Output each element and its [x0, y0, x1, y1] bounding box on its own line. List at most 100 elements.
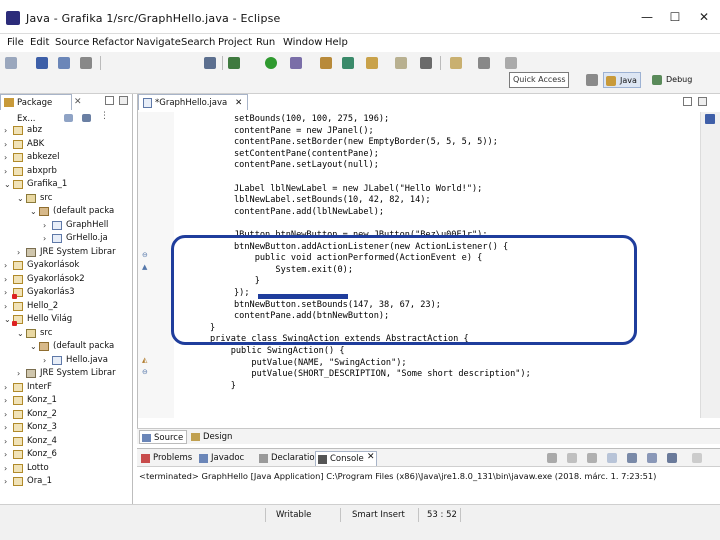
expanded-chevron-icon[interactable]: ⌄ [4, 178, 12, 192]
tree-item[interactable]: › ABK [0, 138, 133, 152]
tree-item[interactable]: › JRE System Librar [0, 246, 133, 260]
view-menu-icon[interactable]: ⋮ [100, 111, 109, 121]
view-minimize-icon[interactable] [692, 453, 702, 463]
link-with-editor-icon[interactable] [82, 114, 91, 122]
tree-item[interactable]: › Konz_2 [0, 408, 133, 422]
collapsed-chevron-icon[interactable]: › [4, 381, 12, 395]
tree-item[interactable]: › Lotto [0, 462, 133, 476]
tree-item[interactable]: › abz [0, 124, 133, 138]
tree-item[interactable]: › Konz_4 [0, 435, 133, 449]
perspective-java[interactable]: Java [603, 72, 641, 88]
tree-item[interactable]: ⌄ (default packa [0, 205, 133, 219]
minimize-button[interactable]: — [640, 10, 654, 24]
collapse-all-icon[interactable] [64, 114, 73, 122]
collapsed-chevron-icon[interactable]: › [4, 259, 12, 273]
tab-javadoc[interactable]: Javadoc [197, 451, 253, 466]
tree-item[interactable]: ⌄ Hello Világ [0, 313, 133, 327]
collapsed-chevron-icon[interactable]: › [4, 448, 12, 462]
new-package-icon[interactable] [342, 57, 354, 69]
menu-file[interactable]: File [7, 37, 24, 48]
collapsed-chevron-icon[interactable]: › [17, 246, 25, 260]
new-class-icon[interactable] [366, 57, 378, 69]
collapsed-chevron-icon[interactable]: › [4, 124, 12, 138]
tab-design[interactable]: Design [189, 430, 235, 444]
collapsed-chevron-icon[interactable]: › [4, 300, 12, 314]
menu-run[interactable]: Run [256, 37, 275, 48]
collapsed-chevron-icon[interactable]: › [4, 475, 12, 489]
perspective-debug[interactable]: Debug [650, 72, 695, 88]
pin-icon[interactable] [204, 57, 216, 69]
tree-item[interactable]: › JRE System Librar [0, 367, 133, 381]
display-console-icon[interactable] [647, 453, 657, 463]
menu-window[interactable]: Window [283, 37, 322, 48]
collapsed-chevron-icon[interactable]: › [4, 421, 12, 435]
tree-item[interactable]: › GrHello.ja [0, 232, 133, 246]
editor-scrollbar[interactable] [700, 112, 720, 418]
annotation-next-icon[interactable] [450, 57, 462, 69]
menu-project[interactable]: Project [218, 37, 252, 48]
expanded-chevron-icon[interactable]: ⌄ [30, 205, 38, 219]
close-button[interactable]: ✕ [697, 10, 711, 24]
forward-icon[interactable] [505, 57, 517, 69]
tab-source[interactable]: Source [139, 430, 187, 444]
open-console-icon[interactable] [667, 453, 677, 463]
tree-item[interactable]: › abxprb [0, 165, 133, 179]
collapsed-chevron-icon[interactable]: › [4, 435, 12, 449]
collapsed-chevron-icon[interactable]: › [4, 408, 12, 422]
console-close-icon[interactable]: ✕ [367, 452, 375, 462]
search-icon[interactable] [420, 57, 432, 69]
fold-marker-icon[interactable]: ⊖ [142, 251, 150, 259]
editor-tab-close-icon[interactable]: ✕ [235, 95, 242, 111]
fold-marker-icon[interactable]: ⊖ [142, 368, 150, 376]
tree-item[interactable]: › Gyakorlás3 [0, 286, 133, 300]
view-minimize-icon[interactable] [105, 96, 114, 105]
tree-item[interactable]: › Konz_6 [0, 448, 133, 462]
editor-minimize-icon[interactable] [683, 97, 692, 106]
tree-item[interactable]: › abkezel [0, 151, 133, 165]
scroll-lock-icon[interactable] [607, 453, 617, 463]
collapsed-chevron-icon[interactable]: › [4, 462, 12, 476]
menu-refactor[interactable]: Refactor [92, 37, 134, 48]
tree-item[interactable]: › Konz_3 [0, 421, 133, 435]
view-maximize-icon[interactable] [119, 96, 128, 105]
collapsed-chevron-icon[interactable]: › [4, 138, 12, 152]
tree-item[interactable]: › Ora_1 [0, 475, 133, 489]
menu-navigate[interactable]: Navigate [136, 37, 181, 48]
collapsed-chevron-icon[interactable]: › [43, 354, 51, 368]
collapsed-chevron-icon[interactable]: › [4, 394, 12, 408]
collapsed-chevron-icon[interactable]: › [4, 165, 12, 179]
debug-icon[interactable] [228, 57, 240, 69]
collapsed-chevron-icon[interactable]: › [43, 219, 51, 233]
tree-item[interactable]: › GraphHell [0, 219, 133, 233]
collapsed-chevron-icon[interactable]: › [43, 232, 51, 246]
open-perspective-icon[interactable] [586, 74, 598, 86]
tree-item[interactable]: ⌄ Grafika_1 [0, 178, 133, 192]
editor-tab-graphhello[interactable]: *GraphHello.java ✕ [138, 94, 249, 111]
remove-launch-icon[interactable] [567, 453, 577, 463]
tree-item[interactable]: › Konz_1 [0, 394, 133, 408]
quick-access-input[interactable]: Quick Access [509, 72, 569, 88]
menu-edit[interactable]: Edit [30, 37, 49, 48]
view-close-icon[interactable]: ✕ [74, 97, 82, 107]
save-all-icon[interactable] [58, 57, 70, 69]
expanded-chevron-icon[interactable]: ⌄ [4, 313, 12, 327]
collapsed-chevron-icon[interactable]: › [4, 151, 12, 165]
collapsed-chevron-icon[interactable]: › [4, 286, 12, 300]
collapsed-chevron-icon[interactable]: › [17, 367, 25, 381]
external-tools-icon[interactable] [290, 57, 302, 69]
maximize-button[interactable]: ☐ [668, 10, 682, 24]
open-type-icon[interactable] [395, 57, 407, 69]
expanded-chevron-icon[interactable]: ⌄ [17, 192, 25, 206]
tree-item[interactable]: › Hello.java [0, 354, 133, 368]
new-icon[interactable] [5, 57, 17, 69]
editor-maximize-icon[interactable] [698, 97, 707, 106]
menu-search[interactable]: Search [181, 37, 215, 48]
tree-item[interactable]: ⌄ src [0, 192, 133, 206]
collapsed-chevron-icon[interactable]: › [4, 273, 12, 287]
terminate-icon[interactable] [547, 453, 557, 463]
back-icon[interactable] [478, 57, 490, 69]
tree-item[interactable]: › Gyakorlások [0, 259, 133, 273]
expanded-chevron-icon[interactable]: ⌄ [30, 340, 38, 354]
clear-console-icon[interactable] [587, 453, 597, 463]
menu-help[interactable]: Help [325, 37, 348, 48]
